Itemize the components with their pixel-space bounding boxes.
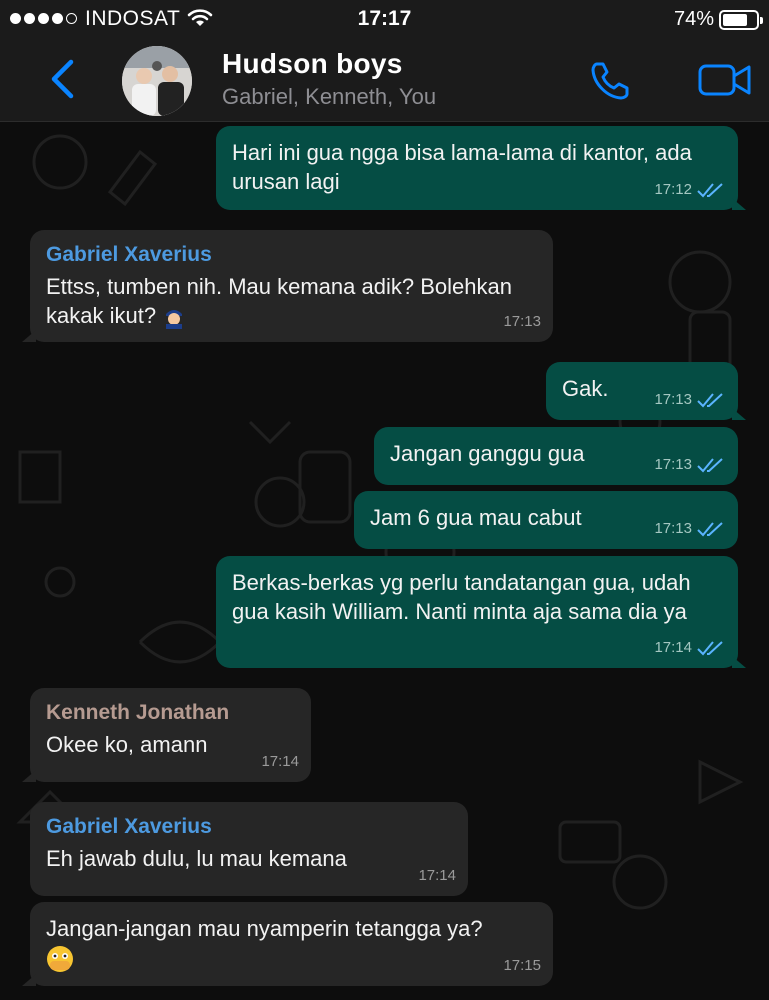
message-meta: 17:14 bbox=[261, 747, 299, 776]
message-time: 17:14 bbox=[418, 867, 456, 884]
message-meta: 17:13 bbox=[654, 514, 726, 543]
incoming-message[interactable]: Jangan-jangan mau nyamperin tetangga ya?… bbox=[22, 902, 553, 986]
message-time: 17:14 bbox=[261, 753, 299, 770]
message-time: 17:15 bbox=[503, 957, 541, 974]
incoming-message[interactable]: Gabriel Xaverius Eh jawab dulu, lu mau k… bbox=[30, 802, 468, 896]
video-camera-icon[interactable] bbox=[697, 60, 753, 100]
sender-name: Gabriel Xaverius bbox=[46, 815, 212, 838]
outgoing-message[interactable]: Hari ini gua ngga bisa lama-lama di kant… bbox=[216, 126, 746, 210]
battery-percent: 74% bbox=[673, 8, 714, 30]
outgoing-message[interactable]: Berkas-berkas yg perlu tandatangan gua, … bbox=[216, 556, 746, 668]
message-meta: 17:12 bbox=[654, 175, 726, 204]
message-time: 17:13 bbox=[654, 391, 692, 408]
outgoing-message[interactable]: Jangan ganggu gua 17:13 bbox=[374, 427, 738, 485]
double-check-icon bbox=[697, 392, 723, 407]
double-check-icon bbox=[697, 457, 723, 472]
message-time: 17:13 bbox=[654, 456, 692, 473]
message-time: 17:13 bbox=[503, 313, 541, 330]
person-with-police-cap-emoji bbox=[166, 310, 183, 330]
chat-title[interactable]: Hudson boys bbox=[222, 48, 403, 80]
outgoing-message[interactable]: Gak. 17:13 bbox=[546, 362, 746, 420]
message-text: Eh jawab dulu, lu mau kemana bbox=[46, 846, 347, 871]
message-meta: 17:14 bbox=[418, 861, 456, 890]
message-text: Hari ini gua ngga bisa lama-lama di kant… bbox=[232, 140, 692, 194]
battery-icon bbox=[719, 10, 763, 30]
message-time: 17:14 bbox=[654, 639, 692, 656]
phone-icon[interactable] bbox=[587, 58, 633, 104]
message-time: 17:12 bbox=[654, 181, 692, 198]
message-text: Okee ko, amann bbox=[46, 732, 208, 757]
sender-name: Gabriel Xaverius bbox=[46, 243, 212, 266]
double-check-icon bbox=[697, 182, 723, 197]
message-text: Gak. bbox=[562, 376, 609, 401]
chevron-left-icon[interactable] bbox=[44, 56, 84, 102]
chat-header: Hudson boys Gabriel, Kenneth, You bbox=[0, 40, 769, 122]
incoming-message[interactable]: Kenneth Jonathan Okee ko, amann 17:14 bbox=[22, 688, 311, 782]
message-text: Ettss, tumben nih. Mau kemana adik? Bole… bbox=[46, 274, 512, 328]
message-meta: 17:14 bbox=[654, 633, 726, 662]
double-check-icon bbox=[697, 640, 723, 655]
message-time: 17:13 bbox=[654, 520, 692, 537]
status-bar: INDOSAT 17:17 74% bbox=[0, 0, 769, 40]
message-list[interactable]: Hari ini gua ngga bisa lama-lama di kant… bbox=[0, 122, 769, 1000]
sender-name: Kenneth Jonathan bbox=[46, 701, 230, 724]
message-meta: 17:13 bbox=[503, 307, 541, 336]
outgoing-message[interactable]: Jam 6 gua mau cabut 17:13 bbox=[354, 491, 738, 549]
clock: 17:17 bbox=[357, 7, 412, 30]
group-avatar[interactable] bbox=[122, 46, 192, 116]
message-text: Jam 6 gua mau cabut bbox=[370, 505, 582, 530]
incoming-message[interactable]: Gabriel Xaverius Ettss, tumben nih. Mau … bbox=[22, 230, 553, 342]
message-meta: 17:13 bbox=[654, 385, 726, 414]
face-with-hand-over-mouth-emoji bbox=[47, 946, 73, 973]
message-meta: 17:13 bbox=[654, 450, 726, 479]
double-check-icon bbox=[697, 521, 723, 536]
message-text: Berkas-berkas yg perlu tandatangan gua, … bbox=[232, 570, 691, 624]
message-text: Jangan-jangan mau nyamperin tetangga ya? bbox=[46, 916, 483, 941]
message-meta: 17:15 bbox=[503, 951, 541, 980]
message-text: Jangan ganggu gua bbox=[390, 441, 585, 466]
chat-members[interactable]: Gabriel, Kenneth, You bbox=[222, 84, 436, 110]
